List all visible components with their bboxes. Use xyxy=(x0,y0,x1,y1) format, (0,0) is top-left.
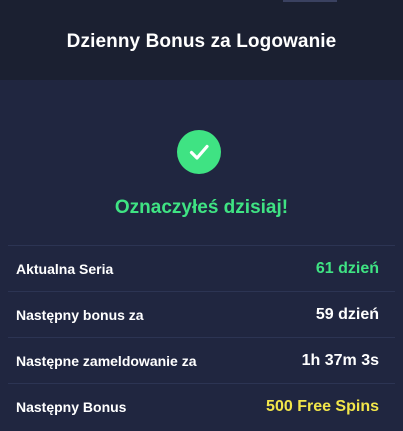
row-value: 1h 37m 3s xyxy=(301,351,379,369)
row-value: 500 Free Spins xyxy=(266,397,379,415)
modal-header: Dzienny Bonus za Logowanie xyxy=(0,0,403,80)
check-icon xyxy=(177,130,221,174)
row-label: Następny bonus za xyxy=(16,306,144,323)
header-accent-bar xyxy=(283,0,337,2)
status-message: Oznaczyłeś dzisiaj! xyxy=(114,197,289,218)
bonus-info-list: Aktualna Seria 61 dzień Następny bonus z… xyxy=(8,245,395,429)
row-current-streak: Aktualna Seria 61 dzień xyxy=(8,245,395,291)
page-title: Dzienny Bonus za Logowanie xyxy=(66,31,337,52)
row-value: 61 dzień xyxy=(315,259,379,277)
row-next-bonus-in: Następny bonus za 59 dzień xyxy=(8,291,395,337)
row-label: Następny Bonus xyxy=(16,398,127,415)
row-label: Aktualna Seria xyxy=(16,260,114,277)
row-value: 59 dzień xyxy=(315,305,379,323)
row-next-checkin: Następne zameldowanie za 1h 37m 3s xyxy=(8,337,395,383)
row-next-bonus: Następny Bonus 500 Free Spins xyxy=(8,383,395,429)
row-label: Następne zameldowanie za xyxy=(16,352,197,369)
